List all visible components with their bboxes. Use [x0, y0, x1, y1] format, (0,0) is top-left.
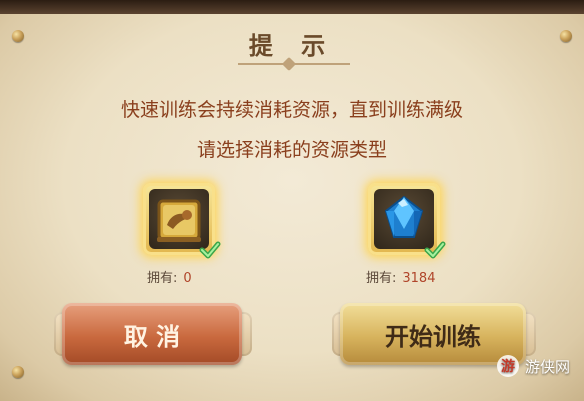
owned-label: 拥有:: [366, 271, 397, 286]
top-border: [0, 0, 584, 14]
resource-diamond-option[interactable]: [368, 183, 446, 259]
watermark: 游 游侠网: [497, 355, 570, 377]
dialog-title: 提 示: [248, 31, 336, 60]
start-training-label: 开始训练: [385, 321, 481, 351]
check-icon: [199, 241, 221, 259]
message-line-1: 快速训练会持续消耗资源，直到训练满级: [120, 99, 463, 121]
title-divider-right: [290, 63, 350, 65]
message-line-2: 请选择消耗的资源类型: [196, 139, 387, 161]
rivet-bottom-left: [12, 366, 24, 378]
owned-label: 拥有:: [147, 271, 178, 286]
owned-value: 0: [183, 271, 192, 286]
resource-diamond-owned: 拥有: 3184: [366, 267, 435, 286]
resource-book-owned: 拥有: 0: [147, 267, 192, 286]
resource-book-option[interactable]: [143, 183, 221, 259]
check-icon: [424, 241, 446, 259]
cancel-button[interactable]: 取 消: [62, 303, 242, 365]
cancel-button-label: 取 消: [123, 321, 181, 351]
watermark-text: 游侠网: [525, 357, 571, 376]
training-dialog: 提 示 快速训练会持续消耗资源，直到训练满级 请选择消耗的资源类型 拥有: 0: [0, 0, 584, 401]
owned-value: 3184: [402, 271, 436, 286]
watermark-logo-icon: 游: [497, 355, 519, 377]
